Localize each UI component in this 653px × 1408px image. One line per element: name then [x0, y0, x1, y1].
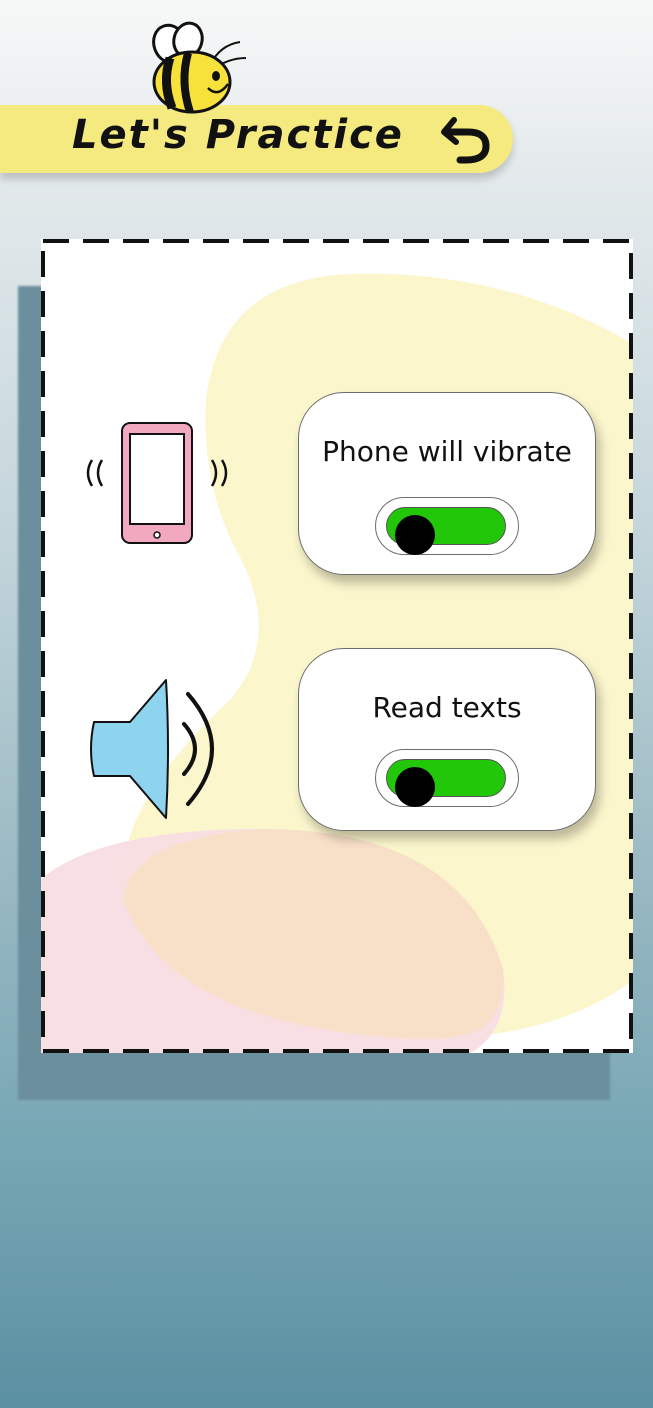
page-title: Let's Practice [72, 112, 404, 158]
undo-arrow-icon[interactable] [438, 112, 494, 168]
speaker-volume-icon [90, 679, 214, 819]
setting-card-vibrate: Phone will vibrate [298, 392, 596, 575]
read-texts-toggle[interactable] [375, 749, 519, 807]
toggle-track [386, 759, 506, 807]
toggle-knob [395, 515, 435, 555]
background-blobs [41, 273, 633, 1053]
bee-icon [152, 21, 247, 114]
vibrate-toggle[interactable] [375, 497, 519, 555]
setting-label: Phone will vibrate [322, 435, 572, 468]
setting-label: Read texts [372, 691, 522, 724]
toggle-knob [395, 767, 435, 807]
setting-card-read-texts: Read texts [298, 648, 596, 831]
toggle-track [386, 507, 506, 555]
practice-card [41, 239, 633, 1053]
vibrating-phone-icon [86, 422, 228, 544]
